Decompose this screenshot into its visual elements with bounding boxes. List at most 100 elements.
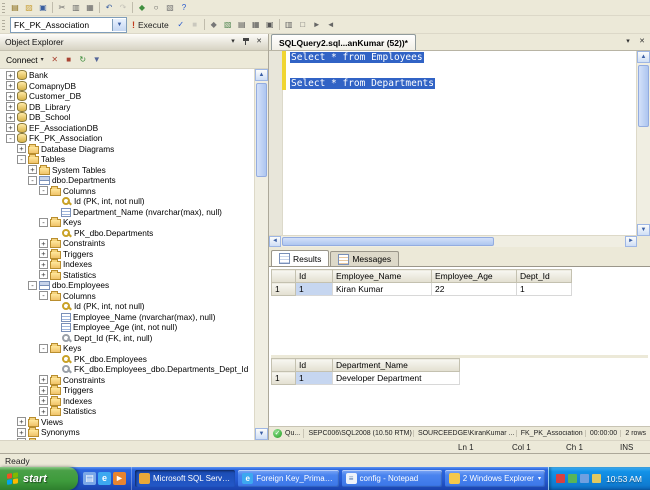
tree-item[interactable]: + Synonyms [0,427,255,438]
include-actual-plan-icon[interactable]: ▧ [221,18,235,31]
grid-cell[interactable]: 22 [431,282,517,296]
scroll-up-icon[interactable] [637,51,650,63]
internet-explorer-icon[interactable]: e [98,472,111,485]
tree-item[interactable]: + Customer_DB [0,91,255,102]
grid-corner[interactable] [271,358,296,372]
chevron-down-icon[interactable]: ▼ [112,18,126,31]
collapse-icon[interactable]: - [39,343,48,353]
window-position-icon[interactable] [227,36,239,48]
tree-item[interactable]: + Programmability [0,437,255,440]
grid-cell[interactable]: Developer Department [332,371,460,385]
window-icon[interactable]: ▧ [163,1,177,14]
tree-item[interactable]: Id (PK, int, not null) [0,301,255,312]
expand-icon[interactable]: + [17,438,26,440]
collapse-icon[interactable]: - [39,186,48,196]
collapse-icon[interactable]: - [6,133,15,143]
grid-column-header[interactable]: Id [295,358,333,372]
tree-item[interactable]: + Statistics [0,269,255,281]
taskbar-task-button[interactable]: ≡ config - Notepad [341,470,442,487]
redo-icon[interactable]: ↷ [116,1,130,14]
close-icon[interactable] [253,36,265,48]
sql-code-editor[interactable]: Select * from Employees Select * from Dep… [269,50,650,247]
tree-item[interactable]: + Triggers [0,248,255,260]
activity-monitor-icon[interactable]: ◆ [135,1,149,14]
collapse-icon[interactable]: - [28,280,37,290]
expand-icon[interactable]: + [39,406,48,416]
collapse-icon[interactable]: - [28,175,37,185]
expand-icon[interactable]: + [28,165,37,175]
start-button[interactable]: start [0,467,78,490]
windows-media-player-icon[interactable]: ► [113,472,126,485]
collapse-icon[interactable]: - [39,291,48,301]
tree-item[interactable]: + Indexes [0,259,255,270]
tree-item[interactable]: PK_dbo.Employees [0,354,255,365]
tree-item[interactable]: + DB_School [0,112,255,123]
tree-item[interactable]: - Columns [0,290,255,302]
grid-column-header[interactable]: Employee_Age [431,269,517,283]
expand-icon[interactable]: + [39,385,48,395]
grid-cell[interactable]: 1 [295,282,333,296]
grid-cell[interactable]: Kiran Kumar [332,282,432,296]
grid-column-header[interactable]: Employee_Name [332,269,432,283]
tree-item[interactable]: + Constraints [0,374,255,386]
results-to-file-icon[interactable]: ▣ [263,18,277,31]
scrollbar-thumb[interactable] [282,237,494,246]
refresh-icon[interactable]: ↻ [76,53,90,66]
scrollbar-thumb[interactable] [638,65,649,127]
expand-icon[interactable]: + [39,238,48,248]
antivirus-tray-icon[interactable] [568,474,578,483]
tree-item[interactable]: Id (PK, int, not null) [0,196,255,207]
tree-item[interactable]: - dbo.Employees [0,280,255,291]
expand-icon[interactable]: + [39,249,48,259]
scroll-up-icon[interactable] [255,69,268,81]
tree-item[interactable]: + Triggers [0,385,255,396]
open-file-icon[interactable]: ▨ [22,1,36,14]
network-tray-icon[interactable] [580,474,590,483]
code-line[interactable] [290,64,637,77]
collapse-icon[interactable]: - [17,154,26,164]
expand-icon[interactable]: + [17,427,26,437]
show-desktop-icon[interactable]: ▤ [83,472,96,485]
close-document-icon[interactable] [636,36,648,48]
expand-icon[interactable]: + [6,91,15,101]
expand-icon[interactable]: + [6,70,15,80]
taskbar-task-button[interactable]: 2 Windows Explorer ▾ [444,470,546,487]
expand-icon[interactable]: + [39,375,48,385]
toolbar-grip[interactable] [2,2,5,13]
tree-item[interactable]: + DB_Library [0,101,255,113]
new-query-icon[interactable]: ▤ [8,1,22,14]
auto-hide-pin-icon[interactable] [240,36,252,48]
help-icon[interactable]: ? [177,1,191,14]
document-tab[interactable]: SQLQuery2.sql...anKumar (52))* [271,34,416,50]
indent-icon[interactable]: ► [310,18,324,31]
expand-icon[interactable]: + [39,270,48,280]
tree-item[interactable]: - Keys [0,343,255,354]
tree-item[interactable]: Employee_Age (int, not null) [0,322,255,333]
available-databases-combo[interactable]: FK_PK_Association ▼ [10,16,127,33]
tree-item[interactable]: Department_Name (nvarchar(max), null) [0,207,255,218]
stop-icon[interactable]: ■ [62,53,76,66]
tree-item[interactable]: + EF_AssociationDB [0,122,255,134]
collapse-icon[interactable]: - [39,217,48,227]
editor-horizontal-scrollbar[interactable] [269,235,637,247]
grid-column-header[interactable]: Dept_Id [516,269,572,283]
expand-icon[interactable]: + [6,102,15,112]
tree-item[interactable]: + System Tables [0,164,255,176]
tree-item[interactable]: FK_dbo.Employees_dbo.Departments_Dept_Id [0,364,255,375]
expand-icon[interactable]: + [6,123,15,133]
connect-button[interactable]: Connect [2,55,48,65]
tree-item[interactable]: + Indexes [0,395,255,407]
expand-icon[interactable]: + [39,259,48,269]
tree-item[interactable]: - Keys [0,217,255,228]
tree-vertical-scrollbar[interactable] [254,69,268,440]
security-center-tray-icon[interactable] [556,474,566,483]
taskbar-task-button[interactable]: e Foreign Key_Primary ... [238,470,339,487]
cancel-query-icon[interactable]: ■ [188,18,202,31]
scroll-down-icon[interactable] [255,428,268,440]
undo-icon[interactable]: ↶ [102,1,116,14]
grid-column-header[interactable]: Department_Name [332,358,460,372]
tab-results[interactable]: Results [271,250,330,266]
uncomment-icon[interactable]: □ [296,18,310,31]
grid-corner[interactable] [271,269,296,283]
cut-icon[interactable]: ✂ [55,1,69,14]
